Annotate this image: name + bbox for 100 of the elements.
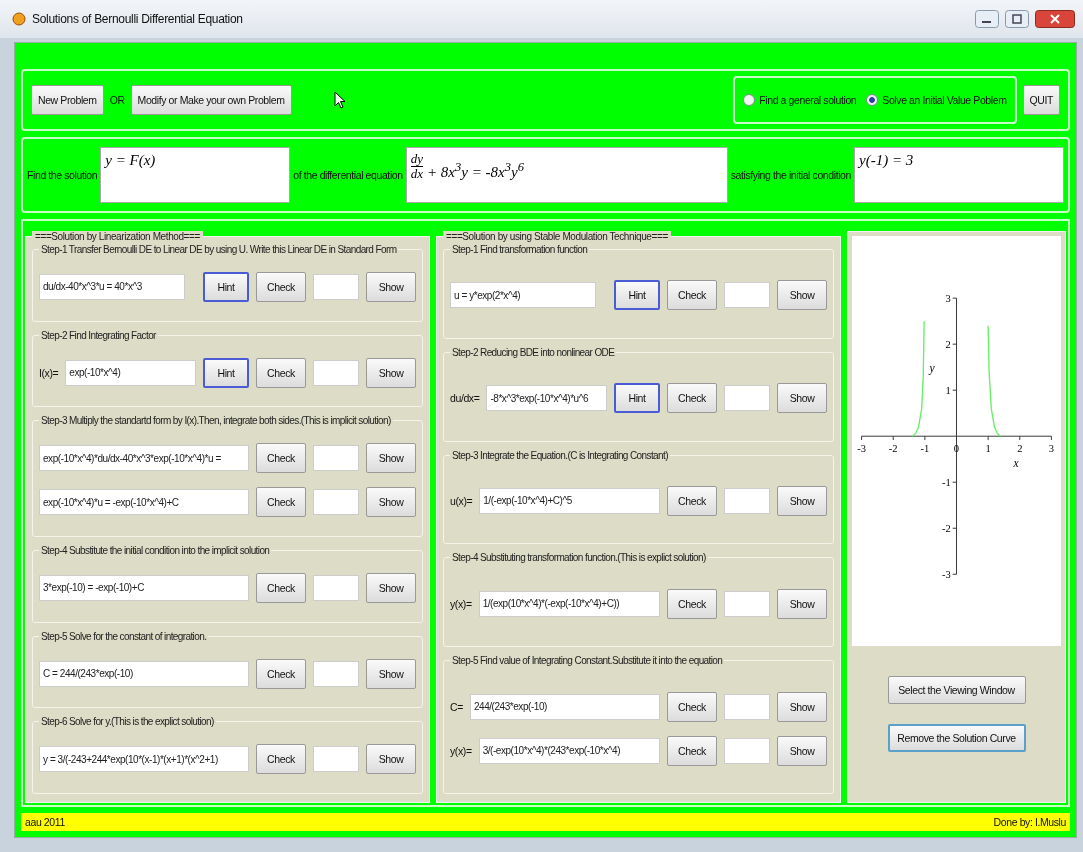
hint-button[interactable]: Hint	[203, 357, 249, 388]
condition-field[interactable]: y(-1) = 3	[854, 147, 1064, 203]
check-button[interactable]: Check	[256, 271, 306, 302]
answer-field[interactable]: exp(-10*x^4)*du/dx-40*x^3*exp(-10*x^4)*u =	[39, 445, 249, 472]
hint-button[interactable]: Hint	[203, 271, 249, 302]
result-field[interactable]	[313, 273, 359, 300]
answer-field[interactable]: exp(-10*x^4)	[65, 359, 196, 386]
show-button[interactable]: Show	[366, 487, 416, 518]
field-label: u(x)=	[450, 495, 473, 507]
step-title: Step-6 Solve for y.(This is the explict solution)	[40, 716, 215, 728]
step-title: Step-2 Reducing BDE into nonlinear ODE	[451, 346, 616, 358]
answer-field[interactable]: -8*x^3*exp(-10*x^4)*u^6	[486, 385, 607, 412]
field-label: of the differential equation	[293, 169, 403, 181]
show-button[interactable]: Show	[777, 691, 827, 722]
status-text: Done by: I.Muslu	[993, 816, 1066, 828]
show-button[interactable]: Show	[366, 357, 416, 388]
check-button[interactable]: Check	[667, 588, 717, 619]
result-field[interactable]	[313, 359, 359, 386]
show-button[interactable]: Show	[366, 271, 416, 302]
viewing-window-button[interactable]: Select the Viewing Window	[887, 676, 1026, 704]
result-field[interactable]	[724, 737, 770, 764]
app-icon	[12, 12, 26, 26]
minimize-icon[interactable]	[975, 10, 999, 28]
result-field[interactable]	[724, 385, 770, 412]
radio-icon[interactable]	[866, 94, 879, 106]
check-button[interactable]: Check	[256, 443, 306, 474]
hint-button[interactable]: Hint	[614, 280, 660, 311]
equation-field[interactable]: dy dx + 8x$^{3}$y = -8x$^{3}$y$^{6}$	[405, 147, 728, 203]
radio-icon[interactable]	[743, 94, 756, 106]
answer-field[interactable]: 3*exp(-10) = -exp(-10)+C	[39, 574, 249, 601]
show-button[interactable]: Show	[777, 280, 827, 311]
result-field[interactable]	[313, 660, 359, 687]
show-button[interactable]: Show	[777, 383, 827, 414]
answer-field[interactable]: exp(-10*x^4)*u = -exp(-10*x^4)+C	[39, 489, 249, 516]
answer-field[interactable]: C = 244/(243*exp(-10)	[39, 660, 249, 687]
show-button[interactable]: Show	[366, 658, 416, 689]
new-problem-button[interactable]: New Problem	[31, 85, 104, 115]
quit-button[interactable]: QUIT	[1022, 85, 1060, 115]
step-title: Step-1 Transfer Bernoulli DE to Linear DE by using U. Write this Linear DE in Standard Form	[40, 244, 398, 255]
result-field[interactable]	[313, 489, 359, 516]
mode-radio[interactable]: Find a general solution	[743, 94, 857, 106]
check-button[interactable]: Check	[256, 744, 306, 775]
tick-label: 0	[953, 442, 960, 454]
check-button[interactable]: Check	[256, 572, 306, 603]
check-button[interactable]: Check	[667, 735, 717, 766]
result-field[interactable]	[724, 693, 770, 720]
field-label: y(x)=	[450, 597, 472, 610]
answer-field[interactable]: du/dx-40*x^3*u = 40*x^3	[39, 273, 185, 300]
answer-field[interactable]: 1/(-exp(-10*x^4)+C)^5	[479, 488, 660, 514]
show-button[interactable]: Show	[777, 735, 827, 766]
show-button[interactable]: Show	[366, 572, 416, 603]
answer-field[interactable]: 3/(-exp(10*x^4)*(243*exp(-10*x^4)	[478, 737, 660, 764]
result-field[interactable]	[313, 445, 359, 472]
check-button[interactable]: Check	[256, 658, 306, 689]
tick-label: 1	[985, 442, 991, 454]
close-icon[interactable]	[1035, 10, 1075, 28]
equation-text: + 8x$^{3}$y = -8x$^{3}$y$^{6}$	[427, 160, 524, 181]
tick-label: -1	[941, 477, 951, 489]
show-button[interactable]: Show	[366, 744, 416, 775]
check-button[interactable]: Check	[667, 383, 717, 414]
maximize-icon[interactable]	[1005, 10, 1029, 28]
step-title: Step-5 Find value of Integrating Constant.Substitute it into the equation	[451, 655, 724, 667]
panel-title: ===Solution by using Stable Modulation Technique===	[443, 231, 671, 242]
check-button[interactable]: Check	[256, 357, 306, 388]
field-label: satisfying the initial condition	[730, 169, 851, 181]
tick-label: -1	[920, 442, 930, 454]
modify-problem-button[interactable]: Modify or Make your own Problem	[130, 85, 292, 115]
result-field[interactable]	[724, 590, 770, 617]
step-title: Step-3 Multiply the standartd form by I(x).Then, integrate both sides.(This is implicit solution)	[40, 415, 392, 427]
check-button[interactable]: Check	[667, 280, 717, 311]
tick-label: -2	[888, 442, 898, 454]
show-button[interactable]: Show	[366, 443, 416, 474]
tick-label: 2	[1017, 442, 1023, 454]
field-label: C=	[450, 700, 463, 713]
denominator: dx	[410, 167, 423, 182]
answer-field[interactable]: u = y*exp(2*x^4)	[450, 282, 596, 309]
result-field[interactable]	[724, 488, 770, 514]
check-button[interactable]: Check	[667, 691, 717, 722]
mode-radio[interactable]: Solve an Initial Value Poblem	[866, 94, 1007, 106]
check-button[interactable]: Check	[667, 486, 717, 516]
tick-label: 2	[945, 339, 951, 350]
solution-field[interactable]: y = F(x)	[100, 147, 291, 203]
remove-curve-button[interactable]: Remove the Solution Curve	[887, 724, 1026, 752]
cursor-icon	[333, 91, 346, 109]
answer-field[interactable]: 1/(exp(10*x^4)*(-exp(-10*x^4)+C))	[478, 590, 660, 617]
answer-field[interactable]: 244/(243*exp(-10)	[469, 693, 660, 720]
tick-label: 1	[945, 385, 951, 396]
status-text: aau 2011	[25, 816, 65, 828]
result-field[interactable]	[313, 746, 359, 773]
check-button[interactable]: Check	[256, 487, 306, 518]
step-title: Step-4 Substituting transformation function.(This is explict solution)	[451, 552, 707, 564]
show-button[interactable]: Show	[777, 486, 827, 516]
field-label: Find the solution	[27, 169, 98, 181]
numerator: dy	[410, 152, 423, 167]
result-field[interactable]	[313, 574, 359, 601]
show-button[interactable]: Show	[777, 588, 827, 619]
step-title: Step-5 Solve for the constant of integration.	[40, 630, 208, 642]
answer-field[interactable]: y = 3/(-243+244*exp(10*(x-1)*(x+1)*(x^2+1)	[39, 746, 249, 773]
hint-button[interactable]: Hint	[614, 383, 660, 414]
result-field[interactable]	[724, 282, 770, 309]
